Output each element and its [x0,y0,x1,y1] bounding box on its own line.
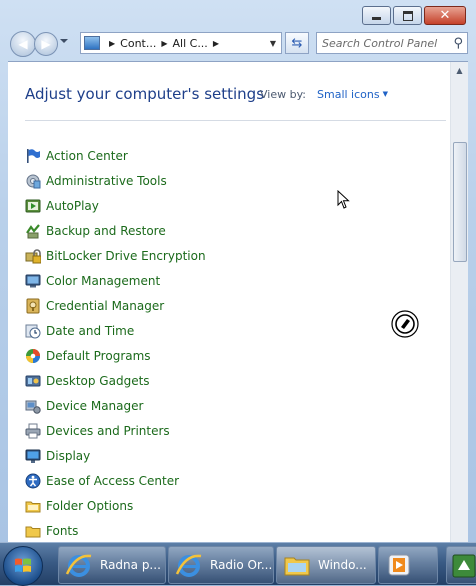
explorer-folder-icon [284,557,310,576]
taskbar-button-media-player[interactable] [378,546,438,584]
maximize-button[interactable] [393,6,422,25]
control-panel-window: ✕ ◀ ▶ ▶ Cont... ▶ All C... ▶ ▼ ⇆ ⚲ Adjus… [0,0,476,543]
address-bar[interactable]: ▶ Cont... ▶ All C... ▶ ▼ [80,32,282,54]
bitlocker-icon [25,248,41,264]
ease-of-access-icon [25,473,41,489]
taskbar: Radna p... Radio Or... Windo... [0,542,476,586]
flag-icon [25,148,41,164]
busy-cursor-icon [391,310,419,338]
monitor-icon [25,273,41,289]
recent-pages-dropdown[interactable] [60,39,68,43]
navigation-row: ◀ ▶ ▶ Cont... ▶ All C... ▶ ▼ ⇆ ⚲ [10,31,468,57]
default-programs-icon [25,348,41,364]
back-arrow-icon: ◀ [18,37,28,51]
device-manager-icon [25,398,41,414]
back-button[interactable]: ◀ [10,31,36,57]
list-item[interactable]: Fonts [25,523,206,543]
list-item[interactable]: Credential Manager [25,298,206,323]
taskbar-button-ie-2[interactable]: Radio Or... [168,546,274,584]
list-item[interactable]: Display [25,448,206,473]
window-controls: ✕ [362,6,466,25]
minimize-icon [363,7,390,24]
start-button[interactable] [3,546,43,586]
list-item[interactable]: Default Programs [25,348,206,373]
list-item[interactable]: Folder Options [25,498,206,523]
view-by-value: Small icons [317,88,380,101]
dropdown-arrow-icon: ▼ [382,90,388,98]
control-panel-icon [84,36,100,50]
search-box[interactable]: ⚲ [316,32,468,54]
breadcrumb-separator-icon[interactable]: ▶ [213,39,219,48]
vertical-scrollbar[interactable]: ▲ [450,62,468,543]
address-dropdown-icon[interactable]: ▼ [265,34,281,52]
autoplay-icon [25,198,41,214]
scroll-up-arrow-icon[interactable]: ▲ [451,62,468,79]
internet-explorer-icon [65,554,92,577]
windows-logo-icon [15,558,31,572]
backup-icon [25,223,41,239]
admin-tools-icon [25,173,41,189]
minimize-button[interactable] [362,6,391,25]
list-item[interactable]: Devices and Printers [25,423,206,448]
close-icon: ✕ [439,8,451,23]
forward-button[interactable]: ▶ [34,32,58,56]
breadcrumb-all-items[interactable]: All C... [173,37,208,50]
media-player-icon [388,554,410,576]
list-item[interactable]: Action Center [25,148,206,173]
list-item[interactable]: Administrative Tools [25,173,206,198]
maximize-icon [394,7,421,24]
search-input[interactable] [322,36,442,50]
gadgets-icon [25,373,41,389]
content-pane: Adjust your computer's settings View by:… [8,61,468,543]
breadcrumb-control-panel[interactable]: Cont... [120,37,156,50]
list-item[interactable]: Device Manager [25,398,206,423]
page-title: Adjust your computer's settings [25,85,265,103]
mouse-pointer-icon [337,190,350,209]
control-panel-items: Action Center Administrative Tools AutoP… [25,148,206,543]
credential-icon [25,298,41,314]
list-item[interactable]: Backup and Restore [25,223,206,248]
list-item[interactable]: Date and Time [25,323,206,348]
app-icon [452,554,476,578]
breadcrumb-separator-icon[interactable]: ▶ [161,39,167,48]
scrollbar-thumb[interactable] [453,142,467,262]
refresh-icon: ⇆ [291,35,303,51]
divider [25,120,446,121]
list-item[interactable]: Desktop Gadgets [25,373,206,398]
list-item[interactable]: Color Management [25,273,206,298]
folder-icon [25,498,41,514]
display-icon [25,448,41,464]
list-item[interactable]: AutoPlay [25,198,206,223]
breadcrumb-separator-icon[interactable]: ▶ [109,39,115,48]
search-icon[interactable]: ⚲ [453,36,463,51]
taskbar-button-ie-1[interactable]: Radna p... [58,546,166,584]
printer-icon [25,423,41,439]
clock-icon [25,323,41,339]
fonts-icon [25,523,41,539]
list-item[interactable]: BitLocker Drive Encryption [25,248,206,273]
list-item[interactable]: Ease of Access Center [25,473,206,498]
internet-explorer-icon [175,554,202,577]
refresh-button[interactable]: ⇆ [285,32,309,54]
forward-arrow-icon: ▶ [41,37,51,51]
view-by-label: View by: [260,88,306,101]
taskbar-button-explorer[interactable]: Windo... [276,546,376,584]
taskbar-button-app[interactable] [446,546,476,584]
view-by-dropdown[interactable]: Small icons ▼ [317,88,388,101]
close-button[interactable]: ✕ [424,6,466,25]
